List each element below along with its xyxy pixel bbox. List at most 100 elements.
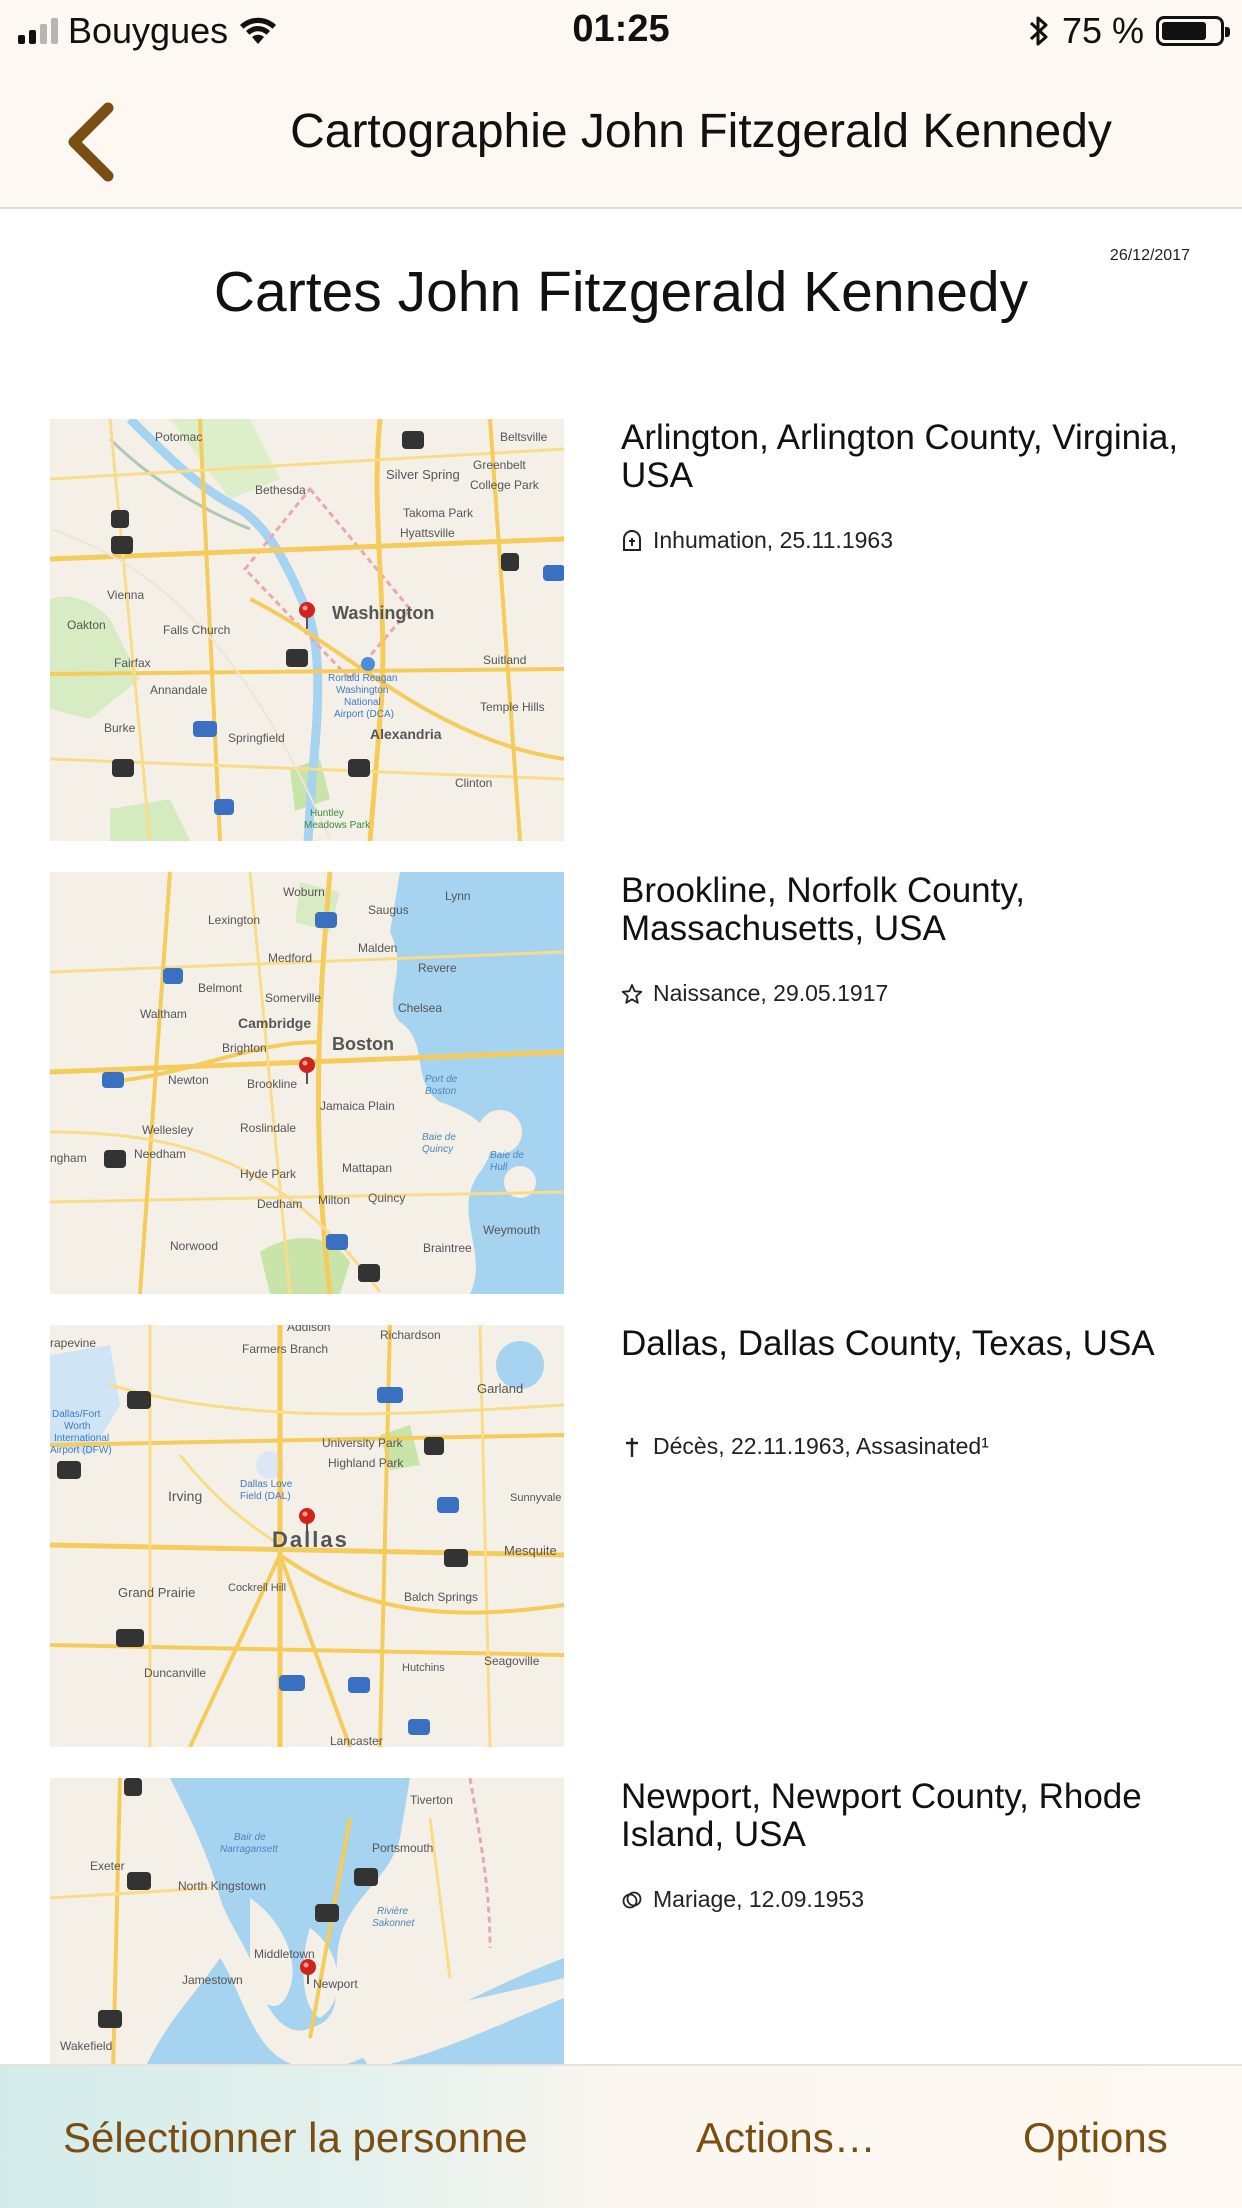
svg-text:Beltsville: Beltsville [500, 430, 548, 444]
svg-text:Brighton: Brighton [222, 1041, 267, 1055]
svg-text:Tiverton: Tiverton [410, 1793, 453, 1807]
svg-text:Vienna: Vienna [107, 588, 144, 602]
svg-text:Washington: Washington [332, 603, 434, 623]
place-name: Brookline, Norfolk County, Massachusetts… [621, 871, 1025, 948]
rings-icon [622, 1891, 642, 1908]
map-list-content[interactable]: 26/12/2017 Cartes John Fitzgerald Kenned… [0, 209, 1242, 2064]
svg-text:Sakonnet: Sakonnet [372, 1918, 415, 1929]
svg-text:Weymouth: Weymouth [483, 1223, 540, 1237]
svg-text:Worth: Worth [64, 1421, 91, 1432]
svg-text:Sunnyvale: Sunnyvale [510, 1492, 561, 1504]
svg-text:Quincy: Quincy [368, 1191, 405, 1205]
svg-text:University Park: University Park [322, 1436, 404, 1450]
star-icon [621, 983, 643, 1004]
event-row: Inhumation, 25.11.1963 [621, 527, 893, 554]
svg-text:Dedham: Dedham [257, 1197, 302, 1211]
actions-button[interactable]: Actions… [696, 2114, 876, 2162]
event-label: Inhumation, 25.11.1963 [653, 527, 893, 553]
event-label: Mariage, 12.09.1953 [653, 1886, 864, 1912]
svg-text:Farmers Branch: Farmers Branch [242, 1342, 328, 1356]
svg-text:Airport (DFW): Airport (DFW) [50, 1445, 112, 1456]
status-right: 75 % [1028, 8, 1230, 54]
status-bar: Bouygues 01:25 75 % [0, 0, 1242, 64]
svg-text:Dallas Love: Dallas Love [240, 1479, 293, 1490]
map-thumbnail-dallas[interactable]: Addison Richardson rapevine Farmers Bran… [50, 1325, 564, 1747]
svg-text:ngham: ngham [50, 1151, 87, 1165]
svg-text:Hyattsville: Hyattsville [400, 526, 455, 540]
options-button[interactable]: Options [1023, 2114, 1168, 2162]
battery-icon [1156, 16, 1230, 46]
svg-text:Burke: Burke [104, 721, 136, 735]
nav-title: Cartographie John Fitzgerald Kennedy [290, 105, 1112, 158]
svg-text:Boston: Boston [425, 1086, 457, 1097]
svg-text:Port de: Port de [425, 1074, 458, 1085]
navigation-bar: Cartographie John Fitzgerald Kennedy [0, 64, 1242, 209]
svg-text:Milton: Milton [318, 1193, 350, 1207]
svg-text:Mattapan: Mattapan [342, 1161, 392, 1175]
svg-text:Ronald Reagan: Ronald Reagan [328, 673, 398, 684]
event-label: Décès, 22.11.1963, Assasinated¹ [653, 1433, 989, 1459]
svg-text:Clinton: Clinton [455, 776, 492, 790]
svg-text:Woburn: Woburn [283, 885, 325, 899]
svg-text:Mesquite: Mesquite [504, 1543, 557, 1558]
svg-text:Revere: Revere [418, 961, 457, 975]
svg-text:Middletown: Middletown [254, 1947, 315, 1961]
svg-text:Jamaica Plain: Jamaica Plain [320, 1099, 395, 1113]
svg-text:Richardson: Richardson [380, 1328, 441, 1342]
svg-text:North Kingstown: North Kingstown [178, 1879, 266, 1893]
svg-text:Falls Church: Falls Church [163, 623, 230, 637]
svg-text:Balch Springs: Balch Springs [404, 1590, 478, 1604]
svg-text:Quincy: Quincy [422, 1144, 454, 1155]
svg-text:Washington: Washington [336, 685, 388, 696]
map-thumbnail-brookline[interactable]: Woburn Lexington Saugus Lynn Malden Medf… [50, 872, 564, 1294]
svg-text:Narragansett: Narragansett [220, 1844, 279, 1855]
map-thumbnail-arlington[interactable]: Potomac Bethesda Silver Spring Takoma Pa… [50, 419, 564, 841]
event-row: Décès, 22.11.1963, Assasinated¹ [621, 1433, 989, 1460]
map-entry-arlington[interactable]: Potomac Bethesda Silver Spring Takoma Pa… [50, 419, 1200, 841]
map-thumbnail-newport[interactable]: Tiverton Bair de Narragansett Portsmouth… [50, 1778, 564, 2064]
back-chevron-icon[interactable] [58, 102, 128, 182]
svg-text:Rivière: Rivière [377, 1906, 409, 1917]
cross-icon [626, 1437, 638, 1457]
tombstone-icon [623, 529, 641, 551]
svg-text:Springfield: Springfield [228, 731, 285, 745]
svg-text:Hyde Park: Hyde Park [240, 1167, 297, 1181]
svg-text:rapevine: rapevine [50, 1336, 96, 1350]
svg-text:Hull: Hull [490, 1162, 508, 1173]
svg-text:Waltham: Waltham [140, 1007, 187, 1021]
svg-text:Dallas: Dallas [272, 1527, 349, 1552]
battery-percent: 75 % [1061, 10, 1144, 51]
map-entry-brookline[interactable]: Woburn Lexington Saugus Lynn Malden Medf… [50, 872, 1200, 1294]
svg-text:Suitland: Suitland [483, 653, 526, 667]
svg-text:Meadows Park: Meadows Park [304, 820, 371, 831]
svg-text:Roslindale: Roslindale [240, 1121, 296, 1135]
svg-text:Wakefield: Wakefield [60, 2039, 112, 2053]
svg-text:Newton: Newton [168, 1073, 209, 1087]
select-person-button[interactable]: Sélectionner la personne [63, 2114, 528, 2162]
svg-text:Highland Park: Highland Park [328, 1456, 404, 1470]
svg-text:International: International [54, 1433, 109, 1444]
svg-text:College Park: College Park [470, 478, 540, 492]
place-name: Arlington, Arlington County, Virginia, U… [621, 418, 1179, 495]
svg-text:Huntley: Huntley [310, 808, 344, 819]
svg-text:Lexington: Lexington [208, 913, 260, 927]
svg-text:Garland: Garland [477, 1381, 523, 1396]
svg-text:Portsmouth: Portsmouth [372, 1841, 433, 1855]
svg-text:Newport: Newport [313, 1977, 358, 1991]
svg-text:Alexandria: Alexandria [370, 726, 442, 742]
map-entry-dallas[interactable]: Addison Richardson rapevine Farmers Bran… [50, 1325, 1200, 1747]
page-title: Cartes John Fitzgerald Kennedy [213, 260, 1029, 324]
bottom-toolbar: Sélectionner la personne Actions… Option… [0, 2064, 1242, 2208]
svg-text:Annandale: Annandale [150, 683, 208, 697]
map-entry-newport[interactable]: Tiverton Bair de Narragansett Portsmouth… [50, 1778, 1200, 2064]
svg-text:Silver Spring: Silver Spring [386, 467, 460, 482]
svg-text:Somerville: Somerville [265, 991, 321, 1005]
svg-text:Medford: Medford [268, 951, 312, 965]
event-row: Mariage, 12.09.1953 [621, 1886, 864, 1913]
svg-text:Takoma Park: Takoma Park [403, 506, 474, 520]
svg-text:Grand Prairie: Grand Prairie [118, 1585, 195, 1600]
svg-text:Airport (DCA): Airport (DCA) [334, 709, 394, 720]
svg-text:Braintree: Braintree [423, 1241, 472, 1255]
svg-text:Needham: Needham [134, 1147, 186, 1161]
svg-text:Cambridge: Cambridge [238, 1015, 311, 1031]
